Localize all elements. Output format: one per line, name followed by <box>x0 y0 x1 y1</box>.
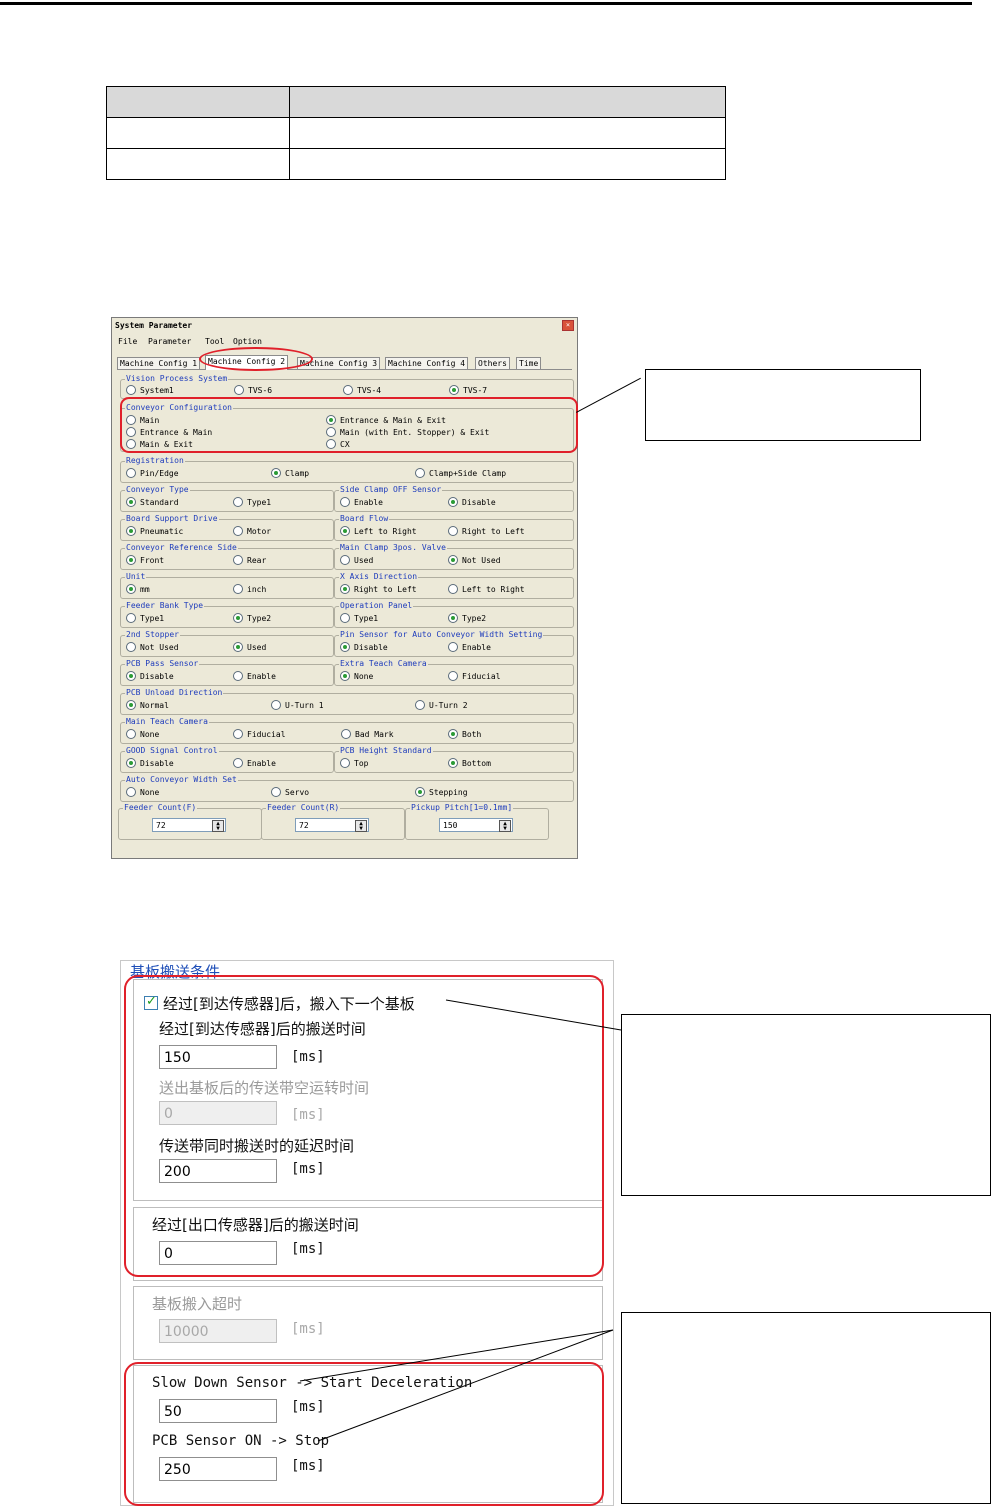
callout-lines <box>299 999 622 1442</box>
callout-line <box>445 999 622 1031</box>
callout-line <box>317 1329 614 1442</box>
callout-line <box>299 1329 614 1382</box>
